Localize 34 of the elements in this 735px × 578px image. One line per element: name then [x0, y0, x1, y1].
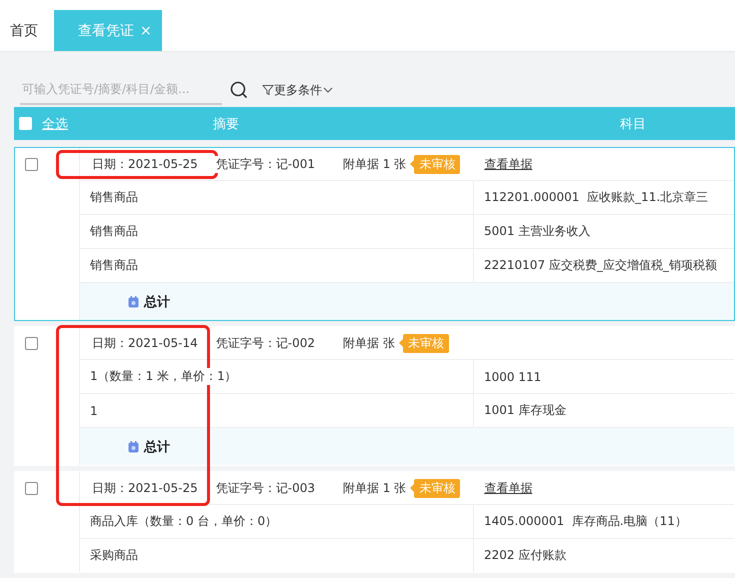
attachment-count: 附单据 张 [342, 334, 395, 352]
voucher-number: 凭证字号：记-001 [214, 156, 317, 172]
filter-button[interactable]: 更多条件 [262, 82, 334, 98]
column-header: 摘要 [212, 116, 240, 132]
table-cell-text: 1405.000001 库存商品.电脑（11） [483, 513, 687, 530]
table-cell-text: 22210107 应交税费_应交增值税_销项税额 [483, 257, 717, 274]
total-label: 总计 [144, 438, 170, 456]
total-label: 总计 [144, 294, 170, 310]
checkbox[interactable] [25, 158, 38, 171]
checkbox[interactable] [25, 337, 38, 350]
table-cell: 采购商品 [90, 547, 138, 564]
attachment-count: 附单据 1 张 [342, 480, 406, 496]
search-icon[interactable] [230, 81, 248, 99]
view-documents-link[interactable]: 查看单据 [484, 156, 532, 172]
voucher-number: 凭证字号：记-003 [214, 480, 317, 496]
voucher-date: 日期：2021-05-14 [92, 334, 198, 352]
calendar-icon [128, 440, 139, 452]
funnel-icon [262, 84, 274, 96]
tab[interactable]: 首页 [0, 10, 48, 51]
table-cell-text: 2202 应付账款 [483, 547, 566, 564]
column-header: 科目 [619, 116, 647, 132]
voucher-date: 日期：2021-05-25 [92, 480, 198, 496]
table-cell-text: 1000 111 [483, 370, 542, 384]
search-field[interactable]: 可输入凭证号/摘要/科目/金额... [20, 75, 222, 105]
voucher-number: 凭证字号：记-002 [214, 334, 317, 352]
attachment-count: 附单据 1 张 [342, 156, 406, 172]
checkbox[interactable] [25, 482, 38, 495]
calendar-icon [128, 296, 139, 308]
table-cell-text: 5001 主营业务收入 [483, 223, 590, 240]
table-cell: 1 [90, 404, 98, 418]
view-documents-link[interactable]: 查看单据 [484, 480, 532, 496]
table-cell-text: 112201.000001 应收账款_11.北京章三 [483, 189, 708, 206]
voucher-date: 日期：2021-05-25 [92, 156, 198, 172]
table-cell-text: 1001 库存现金 [483, 402, 566, 419]
